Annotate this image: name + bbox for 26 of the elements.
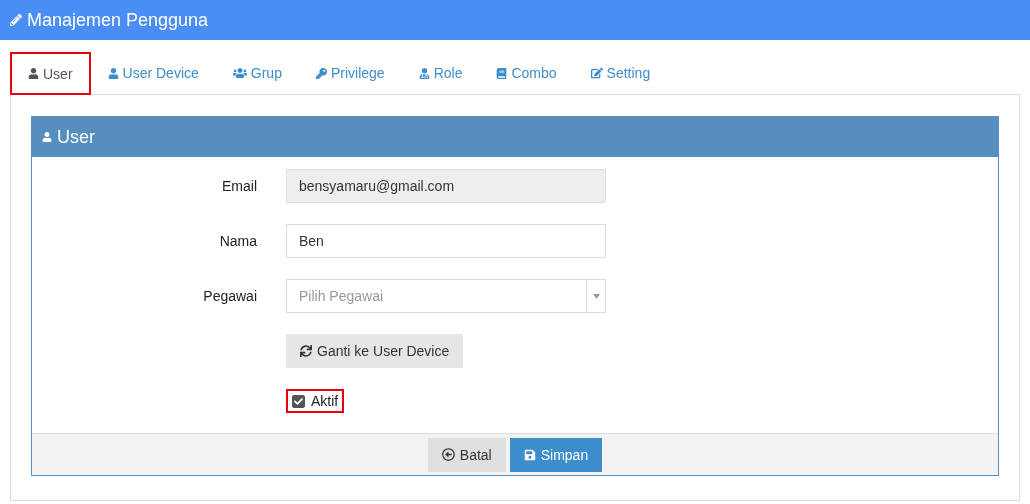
panel-title: User: [57, 126, 95, 148]
back-icon: [441, 448, 455, 461]
key-icon: [315, 67, 327, 79]
refresh-icon: [300, 345, 312, 357]
field-label: Nama: [218, 233, 257, 249]
aktif-checkbox[interactable]: Aktif: [286, 389, 345, 413]
user-icon: [107, 67, 119, 79]
save-icon: [523, 448, 536, 461]
input-field[interactable]: Ben: [286, 224, 606, 258]
user-icon: [42, 132, 52, 142]
cancel-button[interactable]: Batal: [427, 437, 506, 472]
select-field[interactable]: Pilih Pegawai: [286, 279, 606, 313]
book-icon: [496, 67, 508, 79]
users-icon: [232, 66, 247, 80]
input-field[interactable]: bensyamaru@gmail.com: [286, 169, 606, 203]
user-icon: [28, 68, 39, 79]
field-label: Pegawai: [202, 288, 257, 304]
page-title: Manajemen Pengguna: [27, 9, 209, 31]
save-button[interactable]: Simpan: [509, 437, 603, 472]
caret-icon: [592, 293, 600, 299]
pencil-icon: [10, 14, 22, 26]
user-icon: [418, 67, 430, 79]
edit-icon: [590, 67, 603, 79]
tab[interactable]: User: [10, 52, 91, 95]
switch-button[interactable]: Ganti ke User Device: [286, 334, 464, 368]
field-label: Email: [221, 178, 257, 194]
